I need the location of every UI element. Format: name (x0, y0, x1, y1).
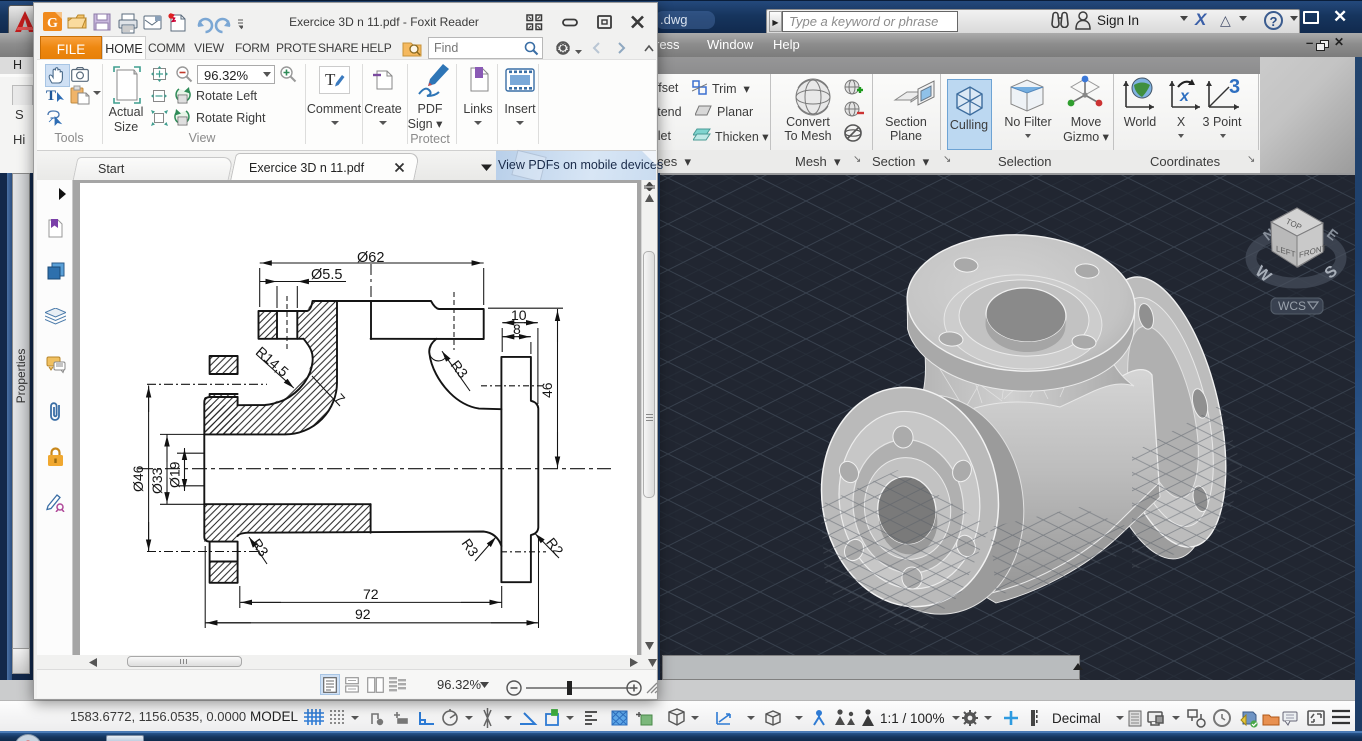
svg-text:92: 92 (355, 606, 371, 622)
svg-text:R2: R2 (543, 534, 567, 558)
svg-text:Ø62: Ø62 (357, 250, 384, 266)
svg-text:Ø19: Ø19 (167, 461, 183, 488)
svg-text:x: x (1179, 88, 1190, 105)
svg-text:R14,5: R14,5 (253, 343, 292, 380)
svg-text:8: 8 (513, 321, 521, 337)
svg-text:1:1 / 100%: 1:1 / 100% (880, 711, 945, 726)
svg-text:72: 72 (363, 586, 379, 602)
svg-text:Ø46: Ø46 (130, 465, 146, 492)
svg-text:WCS: WCS (1278, 299, 1306, 313)
svg-text:Decimal: Decimal (1052, 711, 1101, 726)
svg-text:T: T (46, 88, 56, 104)
svg-text:Ø5.5: Ø5.5 (311, 267, 342, 283)
svg-text:G: G (47, 16, 58, 31)
svg-text:R3: R3 (448, 357, 472, 381)
svg-text:Ø33: Ø33 (149, 467, 165, 494)
svg-text:R3: R3 (249, 536, 272, 560)
svg-text:3: 3 (1229, 76, 1240, 98)
svg-text:46: 46 (539, 382, 555, 398)
svg-text:T: T (325, 70, 336, 89)
svg-text:R3: R3 (459, 536, 482, 560)
